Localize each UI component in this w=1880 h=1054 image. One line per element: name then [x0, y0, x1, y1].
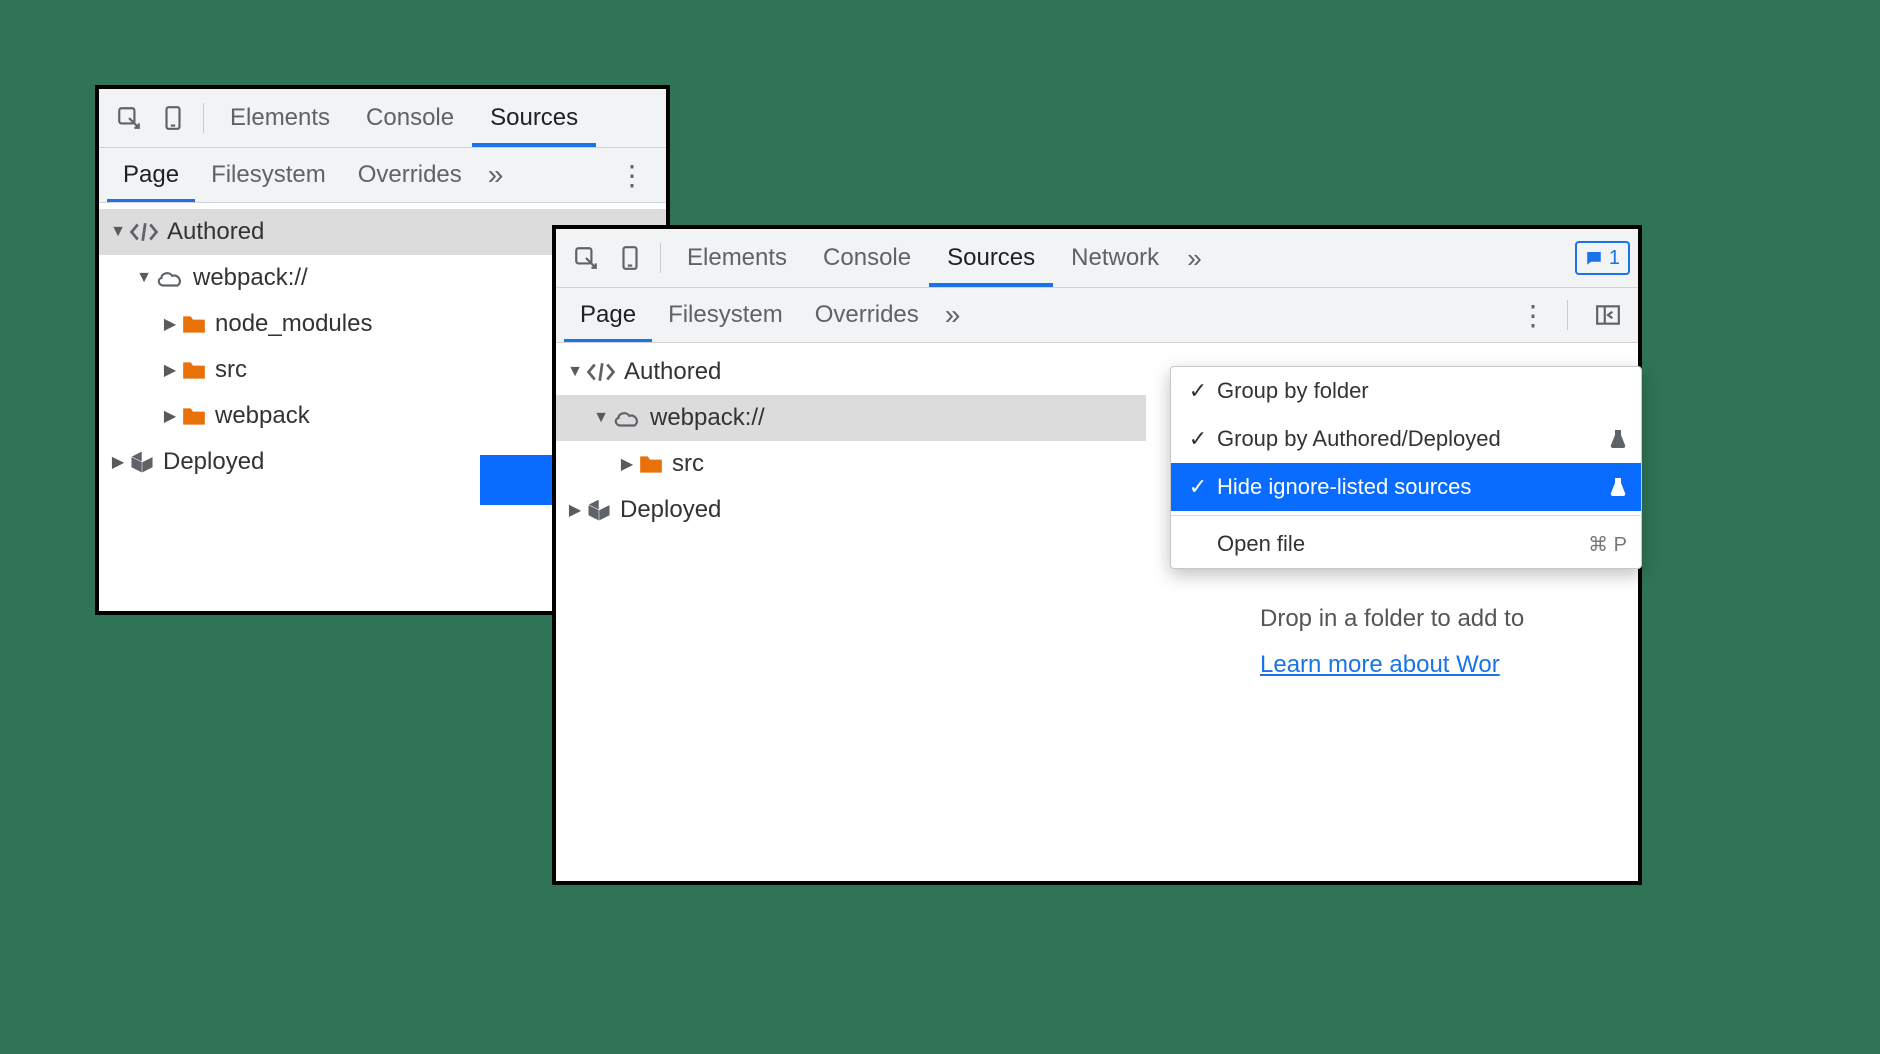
cube-icon — [586, 497, 612, 523]
tree-label: Authored — [167, 218, 264, 246]
toggle-navigator-icon[interactable] — [1590, 297, 1626, 333]
subtab-page[interactable]: Page — [107, 148, 195, 202]
tree-label: webpack — [215, 402, 310, 430]
menu-label: Hide ignore-listed sources — [1217, 474, 1603, 500]
subtab-filesystem[interactable]: Filesystem — [652, 288, 799, 342]
tree-webpack[interactable]: ▼ webpack:// — [556, 395, 1146, 441]
device-toggle-icon[interactable] — [612, 240, 648, 276]
tree-authored[interactable]: ▼ Authored — [556, 349, 1146, 395]
inspect-icon[interactable] — [568, 240, 604, 276]
caret-right-icon: ▶ — [161, 360, 179, 380]
device-toggle-icon[interactable] — [155, 100, 191, 136]
tree-label: webpack:// — [650, 404, 765, 432]
more-tabs-icon[interactable]: » — [1177, 243, 1211, 274]
menu-separator — [1171, 515, 1641, 516]
code-icon — [129, 221, 159, 243]
shortcut-hint: ⌘ P — [1588, 532, 1627, 557]
caret-down-icon: ▼ — [566, 363, 584, 381]
folder-icon — [181, 405, 207, 427]
tree-deployed[interactable]: ▶ Deployed — [556, 487, 1146, 533]
tab-sources[interactable]: Sources — [472, 89, 596, 147]
more-tabs-icon[interactable]: » — [478, 159, 514, 191]
file-tree: ▼ Authored ▼ webpack:// ▶ src ▶ Deployed — [556, 343, 1146, 539]
tab-elements[interactable]: Elements — [212, 89, 348, 147]
top-toolbar: Elements Console Sources — [99, 89, 666, 148]
tab-elements[interactable]: Elements — [669, 229, 805, 287]
hint-text: Drop in a folder to add to — [1260, 605, 1640, 633]
caret-right-icon: ▶ — [161, 314, 179, 334]
divider — [1567, 300, 1568, 330]
tab-sources[interactable]: Sources — [929, 229, 1053, 287]
sources-options-menu: ✓ Group by folder ✓ Group by Authored/De… — [1170, 366, 1642, 569]
menu-label: Open file — [1217, 531, 1588, 557]
sources-subtoolbar: Page Filesystem Overrides » ⋮ — [556, 288, 1638, 343]
tab-console[interactable]: Console — [348, 89, 472, 147]
subtab-overrides[interactable]: Overrides — [342, 148, 478, 202]
caret-down-icon: ▼ — [135, 269, 153, 287]
folder-icon — [181, 359, 207, 381]
divider — [203, 103, 204, 133]
caret-right-icon: ▶ — [109, 452, 127, 472]
flask-icon — [1609, 477, 1627, 497]
check-icon: ✓ — [1185, 378, 1211, 404]
tab-network[interactable]: Network — [1053, 229, 1177, 287]
menu-open-file[interactable]: Open file ⌘ P — [1171, 520, 1641, 568]
folder-icon — [638, 453, 664, 475]
menu-group-by-folder[interactable]: ✓ Group by folder — [1171, 367, 1641, 415]
check-icon: ✓ — [1185, 474, 1211, 500]
cube-icon — [129, 449, 155, 475]
inspect-icon[interactable] — [111, 100, 147, 136]
tree-label: webpack:// — [193, 264, 308, 292]
message-icon — [1585, 249, 1603, 267]
tree-label: Deployed — [620, 496, 721, 524]
badge-count: 1 — [1609, 247, 1620, 270]
caret-down-icon: ▼ — [592, 409, 610, 427]
flask-icon — [1609, 429, 1627, 449]
subtab-filesystem[interactable]: Filesystem — [195, 148, 342, 202]
caret-right-icon: ▶ — [161, 406, 179, 426]
caret-down-icon: ▼ — [109, 223, 127, 241]
menu-hide-ignore-listed[interactable]: ✓ Hide ignore-listed sources — [1171, 463, 1641, 511]
tree-label: src — [672, 450, 704, 478]
subtab-overrides[interactable]: Overrides — [799, 288, 935, 342]
tree-label: node_modules — [215, 310, 372, 338]
caret-right-icon: ▶ — [566, 500, 584, 520]
check-icon: ✓ — [1185, 426, 1211, 452]
menu-label: Group by Authored/Deployed — [1217, 426, 1603, 452]
learn-more-link[interactable]: Learn more about Wor — [1260, 651, 1500, 678]
workspace-hint: Drop in a folder to add to Learn more ab… — [1260, 605, 1640, 679]
subtab-page[interactable]: Page — [564, 288, 652, 342]
folder-icon — [181, 313, 207, 335]
top-toolbar: Elements Console Sources Network » 1 — [556, 229, 1638, 288]
tree-label: Authored — [624, 358, 721, 386]
cloud-icon — [155, 267, 185, 289]
issues-badge[interactable]: 1 — [1575, 241, 1630, 275]
kebab-menu-icon[interactable]: ⋮ — [1507, 299, 1559, 332]
menu-group-authored-deployed[interactable]: ✓ Group by Authored/Deployed — [1171, 415, 1641, 463]
menu-label: Group by folder — [1217, 378, 1627, 404]
cloud-icon — [612, 407, 642, 429]
caret-right-icon: ▶ — [618, 454, 636, 474]
tree-label: src — [215, 356, 247, 384]
kebab-menu-icon[interactable]: ⋮ — [606, 159, 658, 192]
sources-subtoolbar: Page Filesystem Overrides » ⋮ — [99, 148, 666, 203]
tree-label: Deployed — [163, 448, 264, 476]
more-tabs-icon[interactable]: » — [935, 299, 971, 331]
tab-console[interactable]: Console — [805, 229, 929, 287]
divider — [660, 243, 661, 273]
code-icon — [586, 361, 616, 383]
tree-src[interactable]: ▶ src — [556, 441, 1146, 487]
